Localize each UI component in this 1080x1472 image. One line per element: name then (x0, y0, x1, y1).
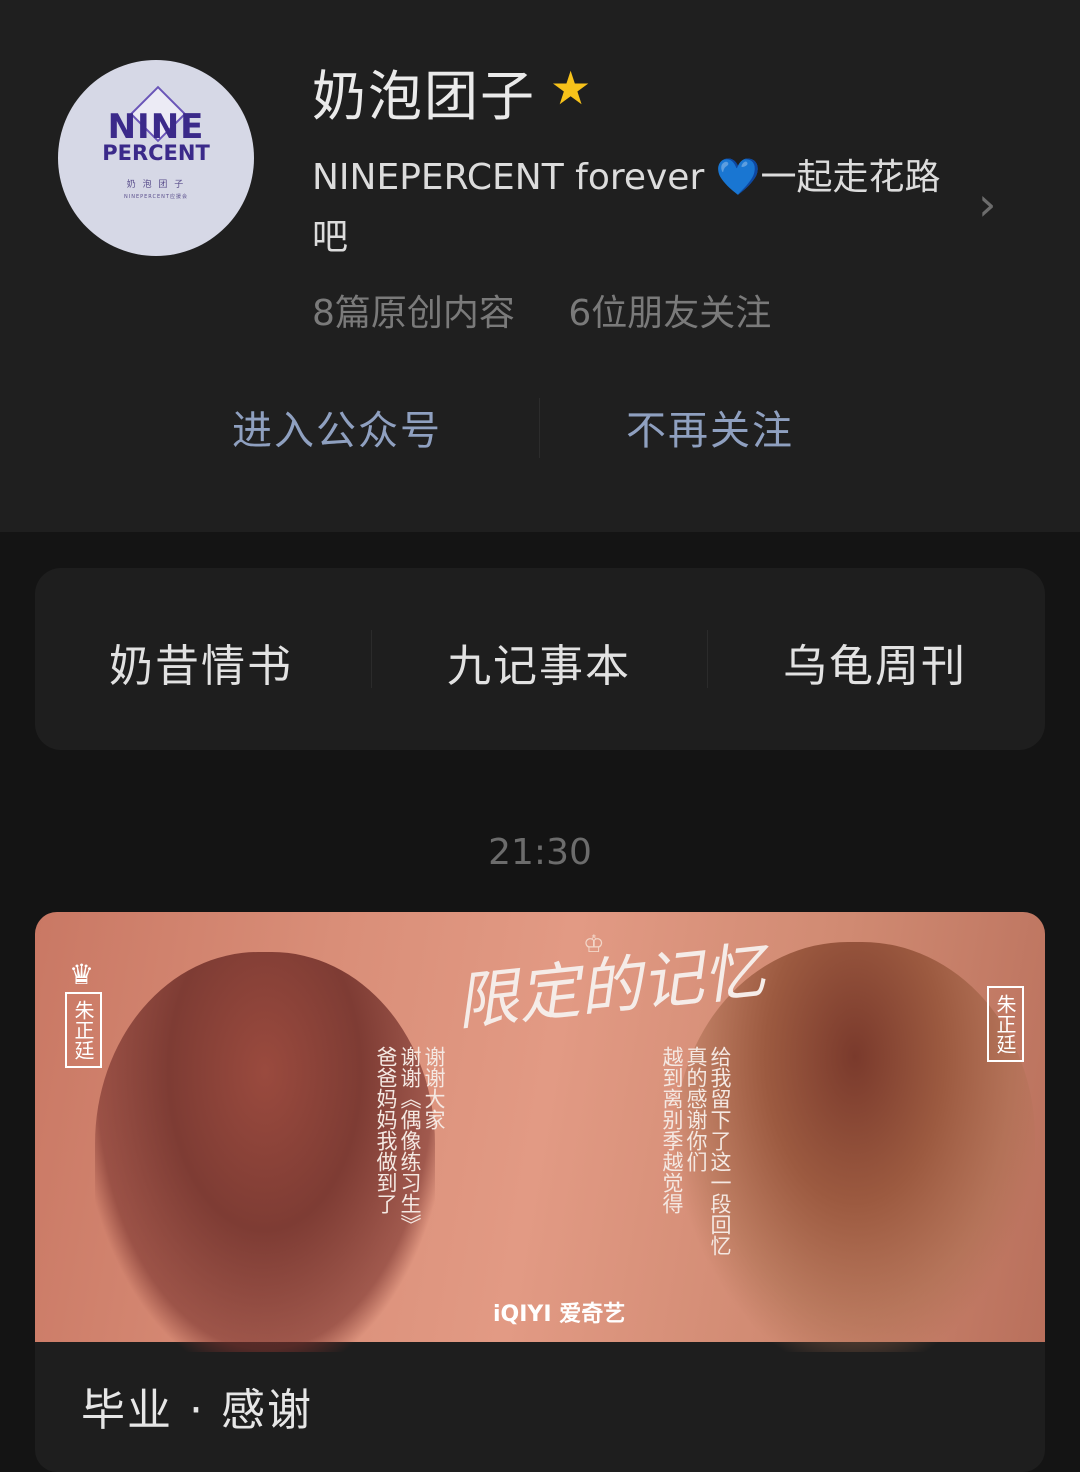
account-menu: 奶昔情书 九记事本 乌龟周刊 (35, 568, 1045, 750)
left-quote-line-3: 爸爸妈妈我做到了 (374, 1046, 398, 1214)
menu-item-2[interactable]: 九记事本 (447, 630, 631, 694)
iqiyi-logo: iQIYI 爱奇艺 (493, 1302, 626, 1327)
right-quote-line-3: 越到离别季越觉得 (660, 1046, 684, 1214)
menu-item-1[interactable]: 奶昔情书 (109, 630, 293, 694)
menu-divider (371, 630, 372, 688)
account-name: 奶泡团子 (312, 65, 536, 128)
original-count: 8篇原创内容 (312, 293, 515, 334)
avatar-logo-line4: NINEPERCENT应援会 (124, 193, 188, 200)
article-title[interactable]: 毕业 · 感谢 (81, 1374, 313, 1438)
article-cover-image[interactable]: ♛ 朱正廷 朱正廷 限定的记忆 ♔ 谢谢大家 谢谢《偶像练习生》 爸爸妈妈我做到… (35, 912, 1045, 1352)
chevron-right-icon[interactable]: › (978, 180, 996, 228)
enter-account-button[interactable]: 进入公众号 (232, 398, 442, 456)
avatar[interactable]: NINE PERCENT 奶 泡 团 子 NINEPERCENT应援会 (58, 60, 254, 256)
avatar-logo-line2: PERCENT (102, 140, 210, 165)
friends-following: 6位朋友关注 (568, 293, 772, 334)
left-quote-line-1: 谢谢大家 (422, 1046, 446, 1130)
article-card[interactable]: ♛ 朱正廷 朱正廷 限定的记忆 ♔ 谢谢大家 谢谢《偶像练习生》 爸爸妈妈我做到… (35, 912, 1045, 1472)
bio-text-1: NINEPERCENT forever (312, 157, 716, 198)
star-icon[interactable]: ★ (550, 64, 591, 112)
action-divider (539, 398, 540, 458)
menu-item-3[interactable]: 乌龟周刊 (783, 630, 967, 694)
account-stats: 8篇原创内容 6位朋友关注 (312, 284, 813, 336)
avatar-logo-line3: 奶 泡 团 子 (126, 179, 186, 190)
crown-logo-icon: ♛ (69, 958, 95, 991)
left-name-tag: 朱正廷 (65, 992, 102, 1068)
left-quote-line-2: 谢谢《偶像练习生》 (398, 1046, 422, 1235)
crown-icon: ♔ (583, 930, 605, 958)
right-name-tag: 朱正廷 (987, 986, 1024, 1062)
profile-header: NINE PERCENT 奶 泡 团 子 NINEPERCENT应援会 奶泡团子… (0, 0, 1080, 532)
right-quote-line-1: 给我留下了这一段回忆 (708, 1046, 732, 1256)
unfollow-button[interactable]: 不再关注 (626, 398, 794, 456)
blue-heart-icon: 💙 (715, 157, 761, 198)
account-bio[interactable]: NINEPERCENT forever 💙一起走花路吧 (312, 148, 972, 268)
avatar-logo-line1: NINE (107, 106, 205, 147)
message-timestamp: 21:30 (488, 832, 592, 873)
right-quote-line-2: 真的感谢你们 (684, 1046, 708, 1172)
menu-divider (707, 630, 708, 688)
